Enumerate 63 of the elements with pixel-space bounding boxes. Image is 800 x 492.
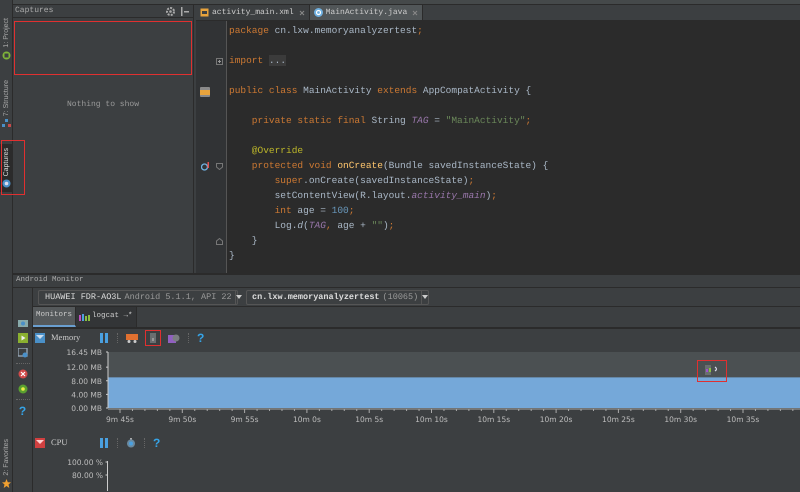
- code-line: import ...: [229, 54, 286, 68]
- code-line: }: [250, 234, 258, 248]
- allocation-icon: [168, 332, 180, 342]
- caret-icon: [236, 295, 242, 299]
- tool-button[interactable]: [18, 348, 28, 358]
- process-id: (10065): [382, 290, 418, 304]
- tool-button[interactable]: [18, 318, 28, 328]
- close-icon: [412, 10, 418, 16]
- camera-icon: [2, 179, 10, 188]
- code-line: setContentView(R.layout.activity_main);: [274, 189, 497, 204]
- code-line: private static final String TAG = "MainActivity";: [250, 114, 532, 128]
- gear-icon: [18, 384, 28, 394]
- code-line: @Override: [250, 144, 304, 158]
- device-details: Android 5.1.1, API 22: [124, 290, 232, 304]
- code-line: Log.d(TAG, age + "");: [274, 219, 394, 234]
- heap-dump-icon: [705, 365, 719, 375]
- override-marker-icon: [200, 162, 210, 171]
- caret-icon: [422, 295, 428, 299]
- memory-icon: [35, 332, 45, 342]
- code-line: }: [229, 249, 235, 264]
- help-button[interactable]: ?: [195, 332, 206, 344]
- empty-message: Nothing to show: [66, 99, 139, 111]
- star-icon: [2, 479, 10, 488]
- structure-icon: [2, 118, 10, 128]
- tool-button[interactable]: [18, 384, 28, 394]
- code-line: protected void onCreate(Bundle savedInstanceState) {: [250, 159, 548, 174]
- close-icon: [18, 369, 28, 379]
- section-title: CPU: [51, 436, 69, 449]
- pause-icon: [99, 332, 109, 342]
- help-button[interactable]: ?: [151, 436, 162, 448]
- play-icon: [18, 333, 28, 343]
- editor-tab[interactable]: MainActivity.java: [310, 5, 424, 20]
- code-line: super.onCreate(savedInstanceState);: [274, 174, 474, 188]
- fold-icon: [216, 238, 222, 245]
- expand-icon: [216, 58, 222, 65]
- code-line: int age = 100;: [274, 204, 354, 218]
- code-line: public class MainActivity extends AppCompatActivity {: [229, 84, 532, 98]
- settings-icon: [166, 6, 175, 16]
- screen-icon: [18, 348, 28, 358]
- tool-button[interactable]: [18, 369, 28, 379]
- truck-icon: [126, 332, 138, 342]
- file-icon: [200, 8, 209, 17]
- y-axis: [106, 352, 108, 408]
- close-icon: [298, 10, 305, 16]
- cpu-icon: [35, 438, 45, 448]
- pin-icon: [181, 6, 189, 16]
- fold-icon: [216, 163, 222, 170]
- pause-icon: [99, 438, 109, 448]
- code-line: package cn.lxw.memoryanalyzertest;: [229, 24, 423, 38]
- device-name: HUAWEI FDR-AO3L: [45, 290, 122, 304]
- class-icon: [314, 8, 323, 17]
- process-dropdown[interactable]: cn.lxw.memoryanalyzertest (10065): [246, 290, 429, 304]
- tool-button[interactable]: [18, 333, 28, 343]
- section-title: Memory: [51, 331, 82, 344]
- stopwatch-icon: [126, 438, 136, 448]
- heap-dump-icon: [148, 332, 158, 342]
- heap-dump-marker[interactable]: [697, 360, 727, 382]
- help-button[interactable]: ?: [18, 405, 26, 417]
- class-marker-icon: [200, 86, 210, 96]
- process-name: cn.lxw.memoryanalyzertest: [252, 290, 380, 304]
- panel-title: Captures: [15, 5, 54, 17]
- camera-icon: [18, 318, 28, 328]
- logcat-icon: [79, 314, 90, 320]
